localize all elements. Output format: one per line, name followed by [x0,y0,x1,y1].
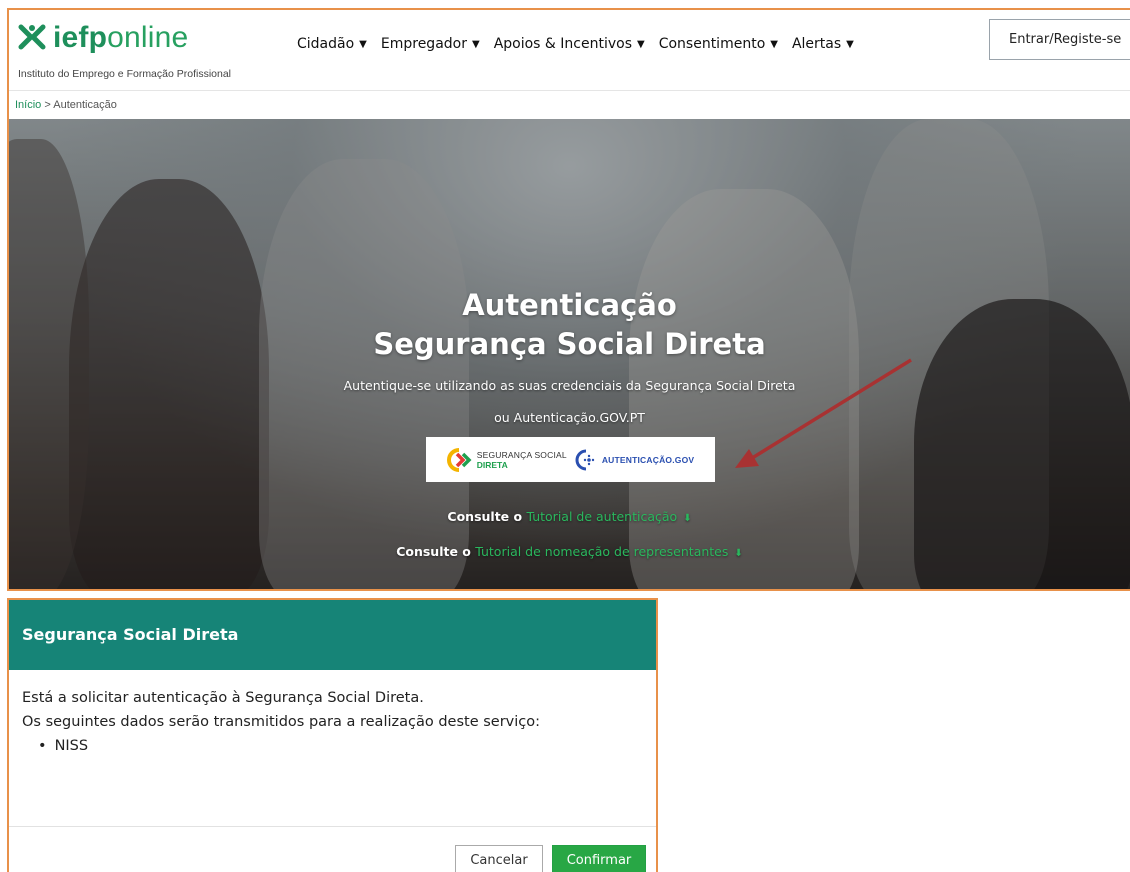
cancel-button[interactable]: Cancelar [455,845,543,872]
dialog-body: Está a solicitar autenticação à Seguranç… [22,686,540,758]
hero-title-secondary: Segurança Social Direta [373,327,766,361]
tutorial-auth-line: Consulte o Tutorial de autenticação ⬇ [9,509,1130,524]
nav-label: Consentimento [658,36,766,52]
tutorial-rep-line: Consulte o Tutorial de nomeação de repre… [9,544,1130,559]
ssd-logo: SEGURANÇA SOCIAL DIRETA [446,447,567,472]
nav-empregador[interactable]: Empregador ▼ [381,36,480,52]
caret-down-icon: ▼ [637,38,645,50]
iefp-logo[interactable]: iefponline [17,22,188,54]
nav-label: Apoios & Incentivos [493,36,632,52]
caret-down-icon: ▼ [359,38,367,50]
breadcrumb-home-link[interactable]: Início [15,99,41,111]
dialog-title: Segurança Social Direta [9,600,656,670]
caret-down-icon: ▼ [846,38,854,50]
ssd-label-top: SEGURANÇA SOCIAL [476,449,567,460]
iefp-logo-icon [18,24,46,50]
divider [9,826,656,827]
tutorial-representatives-link[interactable]: Tutorial de nomeação de representantes [475,544,728,559]
tagline: Instituto do Emprego e Formação Profissi… [18,68,232,80]
tutorial-authentication-link[interactable]: Tutorial de autenticação [526,509,677,524]
consult-prefix: Consulte o [396,544,471,559]
dialog-message: Está a solicitar autenticação à Seguranç… [22,690,424,706]
consent-dialog: Segurança Social Direta Está a solicitar… [7,598,658,872]
hero-subtitle: Autentique-se utilizando as suas credenc… [343,378,796,393]
nav-label: Alertas [791,36,842,52]
logo-main-text: iefp [53,21,108,54]
list-item: NISS [38,734,540,758]
site-header: iefponline Instituto do Emprego e Formaç… [9,10,1130,90]
ssd-label-bottom: DIRETA [476,459,508,470]
confirm-button[interactable]: Confirmar [552,845,646,872]
caret-down-icon: ▼ [471,38,480,50]
ssd-chevron-icon [446,447,472,472]
nav-cidadao[interactable]: Cidadão ▼ [297,36,367,52]
hero-subtitle-secondary: ou Autenticação.GOV.PT [494,410,645,425]
download-icon[interactable]: ⬇ [734,548,742,559]
logo-wordmark: iefponline [53,22,188,54]
login-register-button[interactable]: Entrar/Registe-se [989,19,1130,60]
nav-label: Cidadão [297,36,355,52]
authentication-button[interactable]: SEGURANÇA SOCIAL DIRETA AUTENTICAÇÃO.GOV [426,437,715,482]
consult-prefix: Consulte o [447,509,523,524]
logo-suffix-text: online [107,21,189,54]
download-icon[interactable]: ⬇ [683,513,691,524]
main-nav: Cidadão ▼ Empregador ▼ Apoios & Incentivos… [297,36,854,52]
hero-banner: Autenticação Segurança Social Direta Aut… [9,119,1130,589]
autenticacao-gov-logo: AUTENTICAÇÃO.GOV [575,449,694,471]
nav-consentimento[interactable]: Consentimento ▼ [659,36,778,52]
breadcrumb: Início > Autenticação [9,90,1130,119]
breadcrumb-current: Autenticação [53,99,117,111]
ssd-wordmark: SEGURANÇA SOCIAL DIRETA [477,450,567,470]
autenticacao-gov-label: AUTENTICAÇÃO.GOV [601,454,695,465]
breadcrumb-separator: > [44,99,51,111]
nav-label: Empregador [380,36,467,52]
hero-title: Autenticação [462,288,677,322]
caret-down-icon: ▼ [770,38,778,50]
website-screenshot: iefponline Instituto do Emprego e Formaç… [7,8,1130,591]
annotation-arrow [735,358,912,468]
nav-apoios-incentivos[interactable]: Apoios & Incentivos ▼ [494,36,645,52]
autenticacao-gov-icon [575,449,595,470]
dialog-data-notice: Os seguintes dados serão transmitidos pa… [22,714,540,730]
nav-alertas[interactable]: Alertas ▼ [792,36,854,52]
transmitted-data-list: NISS [38,734,540,758]
